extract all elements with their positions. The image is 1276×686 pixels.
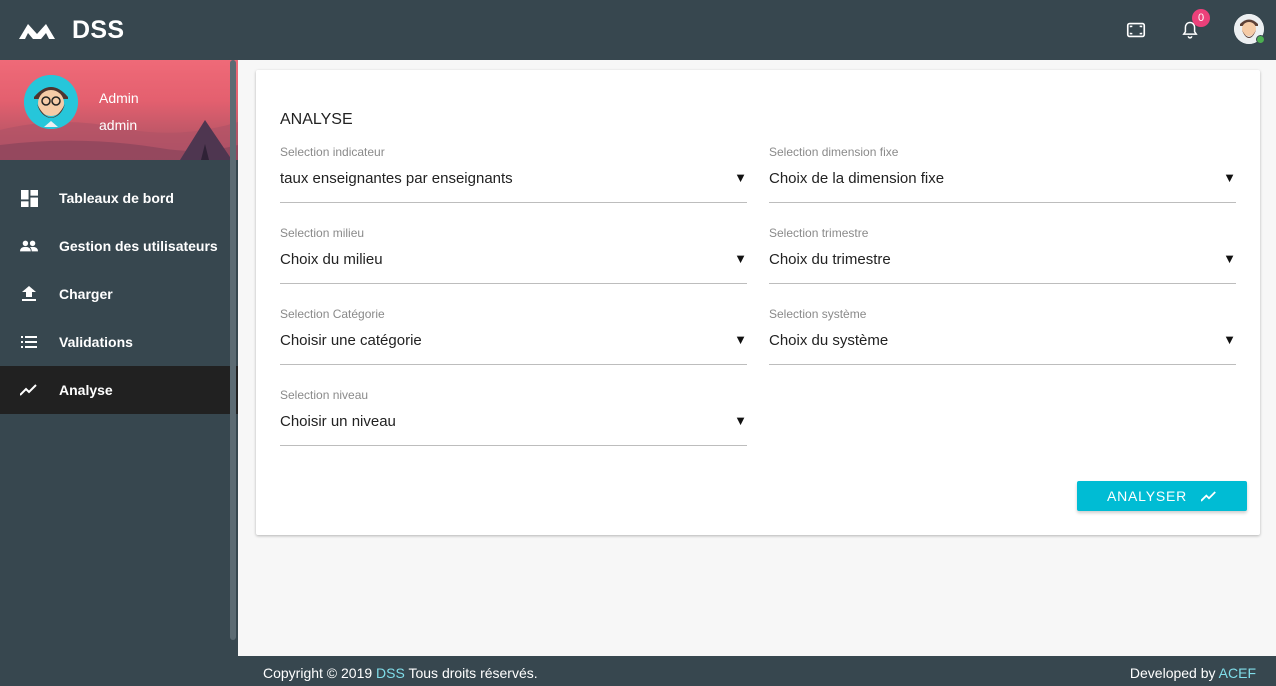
sidebar-item-charger[interactable]: Charger <box>0 270 238 318</box>
sidebar-item-label: Charger <box>59 286 113 302</box>
field-label: Selection milieu <box>280 226 365 240</box>
select-niveau[interactable]: Selection niveau Choisir un niveau ▼ <box>280 388 747 448</box>
field-underline <box>769 283 1236 284</box>
select-trimestre[interactable]: Selection trimestre Choix du trimestre ▼ <box>769 226 1236 286</box>
field-label: Selection dimension fixe <box>769 145 899 159</box>
footer: Copyright © 2019 DSS Tous droits réservé… <box>238 656 1276 686</box>
footer-copyright: Copyright © 2019 DSS Tous droits réservé… <box>263 665 538 681</box>
dropdown-arrow-icon: ▼ <box>1223 251 1236 266</box>
sidebar-item-label: Gestion des utilisateurs <box>59 238 218 254</box>
notification-badge: 0 <box>1192 9 1210 27</box>
profile-avatar[interactable] <box>24 75 78 129</box>
online-status-indicator <box>1256 35 1265 44</box>
copyright-suffix: Tous droits réservés. <box>408 665 538 681</box>
field-underline <box>280 445 747 446</box>
people-icon <box>20 237 38 255</box>
fullscreen-icon[interactable] <box>1124 18 1148 42</box>
dropdown-arrow-icon: ▼ <box>734 413 747 428</box>
profile-role: admin <box>99 117 138 133</box>
upload-icon <box>20 285 38 303</box>
select-dimension-fixe[interactable]: Selection dimension fixe Choix de la dim… <box>769 145 1236 205</box>
field-underline <box>280 364 747 365</box>
analyse-card: ANALYSE Selection indicateur taux enseig… <box>256 70 1260 535</box>
sidebar-item-analyse[interactable]: Analyse <box>0 366 238 414</box>
field-underline <box>769 202 1236 203</box>
field-label: Selection trimestre <box>769 226 869 240</box>
sidebar-item-label: Tableaux de bord <box>59 190 174 206</box>
sidebar-profile: Admin admin <box>0 60 238 160</box>
app-title: DSS <box>72 15 125 44</box>
field-value: taux enseignantes par enseignants <box>280 170 513 187</box>
brand-logo-icon <box>19 24 55 39</box>
footer-developer: Developed by ACEF <box>1130 665 1256 681</box>
field-value: Choisir une catégorie <box>280 332 422 349</box>
sidebar: Admin admin Tableaux de bord Gestion des… <box>0 60 238 686</box>
select-indicateur[interactable]: Selection indicateur taux enseignantes p… <box>280 145 747 205</box>
field-value: Choisir un niveau <box>280 413 396 430</box>
top-app-bar: DSS <box>0 0 1276 60</box>
field-label: Selection niveau <box>280 388 369 402</box>
developer-link[interactable]: ACEF <box>1219 665 1256 681</box>
field-label: Selection indicateur <box>280 145 385 159</box>
developed-prefix: Developed by <box>1129 665 1216 681</box>
select-systeme[interactable]: Selection système Choix du système ▼ <box>769 307 1236 367</box>
sidebar-item-gestion-utilisateurs[interactable]: Gestion des utilisateurs <box>0 222 238 270</box>
sidebar-item-label: Validations <box>59 334 133 350</box>
brand[interactable]: DSS <box>17 16 124 45</box>
field-value: Choix du système <box>769 332 889 349</box>
sidebar-item-label: Analyse <box>59 382 113 398</box>
dashboard-icon <box>20 189 38 207</box>
sidebar-item-validations[interactable]: Validations <box>0 318 238 366</box>
select-categorie[interactable]: Selection Catégorie Choisir une catégori… <box>280 307 747 367</box>
field-value: Choix du milieu <box>280 251 383 268</box>
field-underline <box>769 364 1236 365</box>
trending-up-icon <box>1201 490 1217 502</box>
field-label: Selection système <box>769 307 867 321</box>
field-underline <box>280 202 747 203</box>
field-underline <box>280 283 747 284</box>
analyser-button-label: ANALYSER <box>1106 488 1188 504</box>
field-value: Choix de la dimension fixe <box>769 170 945 187</box>
profile-name: Admin <box>99 90 139 106</box>
dropdown-arrow-icon: ▼ <box>734 332 747 347</box>
dropdown-arrow-icon: ▼ <box>734 170 747 185</box>
dropdown-arrow-icon: ▼ <box>1223 170 1236 185</box>
list-icon <box>20 333 38 351</box>
sidebar-item-tableaux-de-bord[interactable]: Tableaux de bord <box>0 174 238 222</box>
sidebar-scrollbar[interactable] <box>230 60 236 640</box>
select-milieu[interactable]: Selection milieu Choix du milieu ▼ <box>280 226 747 286</box>
field-label: Selection Catégorie <box>280 307 385 321</box>
analyser-button[interactable]: ANALYSER <box>1077 481 1247 511</box>
page-title: ANALYSE <box>280 111 353 128</box>
copyright-brand-link[interactable]: DSS <box>376 665 405 681</box>
field-value: Choix du trimestre <box>769 251 891 268</box>
copyright-prefix: Copyright © 2019 <box>263 665 373 681</box>
trending-up-icon <box>20 381 38 399</box>
dropdown-arrow-icon: ▼ <box>734 251 747 266</box>
dropdown-arrow-icon: ▼ <box>1223 332 1236 347</box>
sidebar-nav: Tableaux de bord Gestion des utilisateur… <box>0 174 238 414</box>
